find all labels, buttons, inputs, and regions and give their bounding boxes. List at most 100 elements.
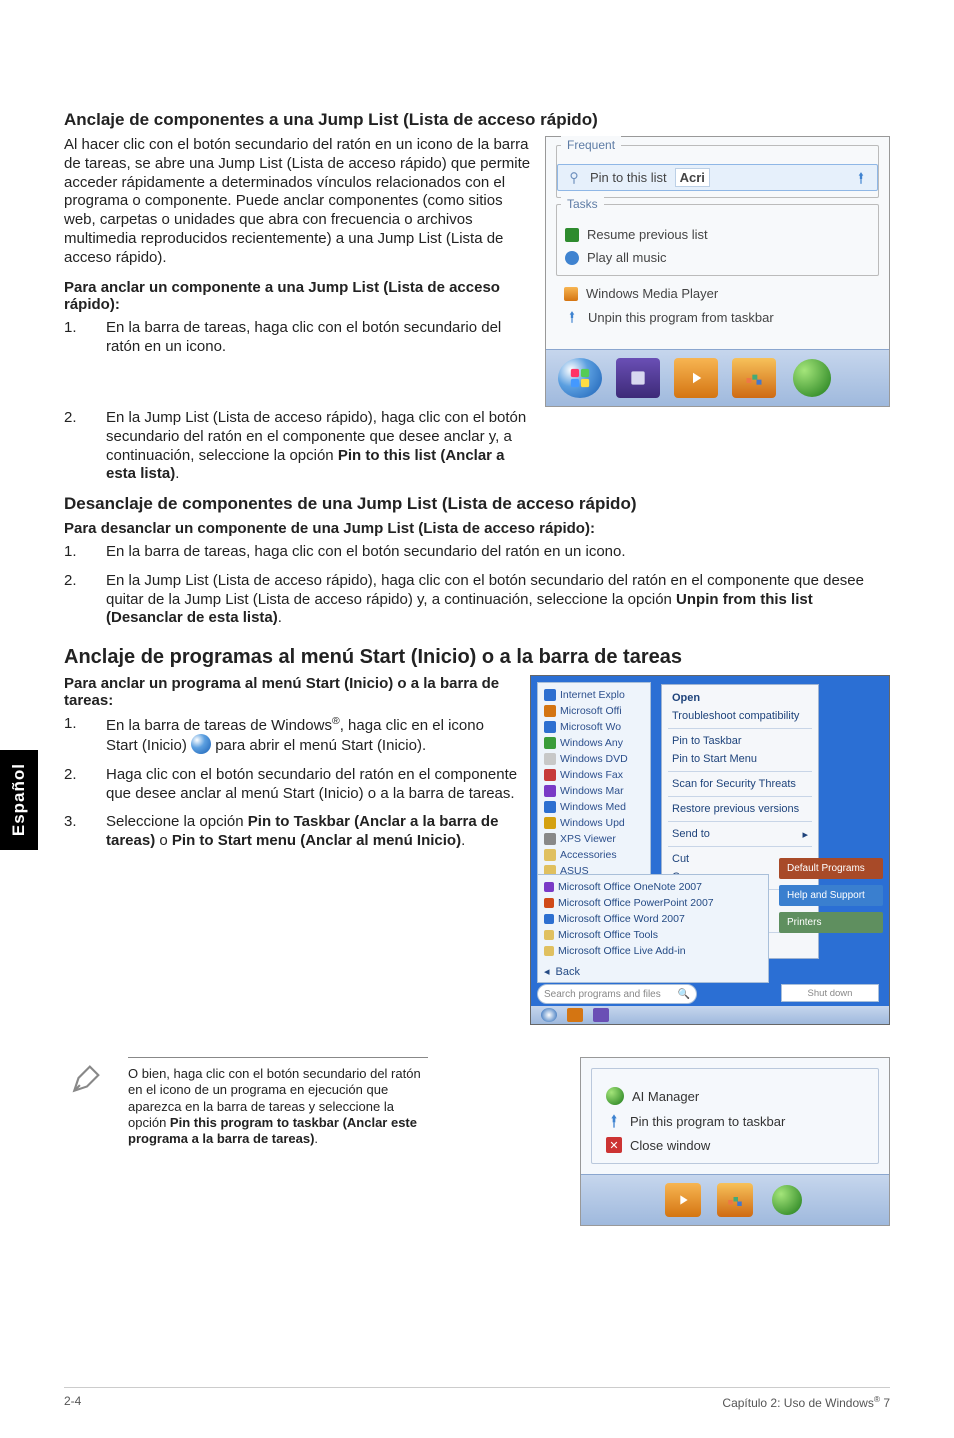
recent-4[interactable]: Microsoft Office Live Add-in [558, 945, 686, 957]
left-item-9[interactable]: XPS Viewer [560, 833, 616, 845]
close-icon: ✕ [606, 1137, 622, 1153]
pn-close-label: Close window [630, 1138, 710, 1153]
jumplist-app-row[interactable]: Windows Media Player [556, 282, 879, 305]
word-icon [544, 914, 554, 924]
taskbar-app-icon-1[interactable] [616, 358, 660, 398]
pn-app-label: AI Manager [632, 1089, 699, 1104]
prog-icon [544, 817, 556, 829]
play-icon [565, 251, 579, 265]
jumplist-task-playall[interactable]: Play all music [557, 246, 878, 269]
jumplist-pinned-row[interactable]: Pin to this list Acri [557, 164, 878, 191]
s2-step2: En la Jump List (Lista de acceso rápido)… [106, 572, 890, 628]
jumplist-unpin-row[interactable]: Unpin this program from taskbar [556, 305, 879, 329]
rp-help[interactable]: Help and Support [779, 885, 883, 906]
prog-icon [544, 737, 556, 749]
recent-list: Microsoft Office OneNote 2007 Microsoft … [537, 874, 769, 983]
left-item-8[interactable]: Windows Upd [560, 817, 625, 829]
tools-icon [544, 930, 554, 940]
jl-unpin-label: Unpin this program from taskbar [588, 310, 774, 325]
left-item-0[interactable]: Internet Explo [560, 689, 625, 701]
ctx-sendto[interactable]: Send to▸ [662, 825, 818, 843]
back-arrow-icon: ◂ [544, 965, 550, 978]
pn-pin-row[interactable]: Pin this program to taskbar [604, 1109, 866, 1133]
ctx-scan[interactable]: Scan for Security Threats [662, 775, 818, 793]
taskbar-wmp-icon[interactable] [674, 358, 718, 398]
recent-1[interactable]: Microsoft Office PowerPoint 2007 [558, 897, 714, 909]
recent-3[interactable]: Microsoft Office Tools [558, 929, 658, 941]
pin-program-screenshot: AI Manager Pin this program to taskbar ✕… [580, 1057, 890, 1226]
prog-icon [544, 833, 556, 845]
s2-step1: En la barra de tareas, haga clic con el … [106, 543, 890, 562]
pn-pin-label: Pin this program to taskbar [630, 1114, 785, 1129]
left-item-6[interactable]: Windows Mar [560, 785, 624, 797]
side-language-tab: Español [0, 750, 38, 850]
folder-icon [544, 849, 556, 861]
s1-step2: En la Jump List (Lista de acceso rápido)… [106, 409, 533, 484]
start-orb-icon[interactable] [558, 358, 602, 398]
pn-taskbar [581, 1174, 889, 1225]
left-item-5[interactable]: Windows Fax [560, 769, 623, 781]
jl-task2-label: Play all music [587, 250, 666, 265]
jumplist-pin-hover-label: Pin to this list [590, 170, 667, 185]
ctx-sendto-label: Send to [672, 828, 710, 840]
left-item-1[interactable]: Microsoft Offi [560, 705, 622, 717]
pn-app-row[interactable]: AI Manager [604, 1083, 866, 1109]
jumplist-tasks-legend: Tasks [561, 195, 604, 213]
section2-title: Desanclaje de componentes de una Jump Li… [64, 494, 890, 514]
ctx-pin-taskbar[interactable]: Pin to Taskbar [662, 732, 818, 750]
section1-title: Anclaje de componentes a una Jump List (… [64, 110, 890, 130]
ai-manager-icon [606, 1087, 624, 1105]
s1-step1: En la barra de tareas, haga clic con el … [106, 319, 533, 357]
jumplist-frequent-legend: Frequent [561, 136, 621, 154]
taskbar-orb-icon[interactable] [790, 358, 834, 398]
s3-step1-a: En la barra de tareas de Windows [106, 717, 332, 734]
prog-icon [544, 753, 556, 765]
search-icon: 🔍 [678, 989, 690, 1000]
jl-app-label: Windows Media Player [586, 286, 718, 301]
taskbar-small-2[interactable] [593, 1008, 609, 1022]
start-orb-small-icon[interactable] [541, 1008, 557, 1022]
recent-2[interactable]: Microsoft Office Word 2007 [558, 913, 685, 925]
taskbar-small-1[interactable] [567, 1008, 583, 1022]
pin-icon [566, 170, 582, 186]
rp-default[interactable]: Default Programs [779, 858, 883, 879]
s3-step1-c: para abrir el menú Start (Inicio). [211, 737, 426, 754]
left-item-4[interactable]: Windows DVD [560, 753, 628, 765]
search-box[interactable]: Search programs and files 🔍 [537, 984, 697, 1004]
note-b: Pin this program to taskbar (Anclar este… [128, 1115, 417, 1146]
ppt-icon [544, 898, 554, 908]
ctx-open[interactable]: Open [662, 689, 818, 707]
pn-close-row[interactable]: ✕ Close window [604, 1133, 866, 1157]
jumplist-task-resume[interactable]: Resume previous list [557, 223, 878, 246]
pn-tb-icon-1[interactable] [665, 1183, 701, 1217]
left-item-10[interactable]: Accessories [560, 849, 617, 861]
s3-step3-a: Seleccione la opción [106, 813, 248, 830]
taskbar [546, 349, 889, 406]
side-tab-label: Español [9, 763, 29, 836]
pushpin-icon[interactable] [853, 170, 869, 186]
note-pencil-icon [64, 1057, 110, 1095]
start-menu-screenshot: Internet Explo Microsoft Offi Microsoft … [530, 675, 890, 1025]
jumplist-pin-field: Acri [675, 168, 710, 187]
rp-printers[interactable]: Printers [779, 912, 883, 933]
prog-icon [544, 689, 556, 701]
page-footer: 2-4 Capítulo 2: Uso de Windows® 7 [64, 1387, 890, 1410]
ctx-troubleshoot[interactable]: Troubleshoot compatibility [662, 707, 818, 725]
recent-0[interactable]: Microsoft Office OneNote 2007 [558, 881, 702, 893]
left-item-2[interactable]: Microsoft Wo [560, 721, 621, 733]
note-c: . [314, 1131, 318, 1146]
pn-tb-icon-2[interactable] [717, 1183, 753, 1217]
shutdown-button[interactable]: Shut down [781, 984, 879, 1002]
left-item-3[interactable]: Windows Any [560, 737, 623, 749]
s2-step1-num: 1. [64, 543, 82, 562]
left-item-7[interactable]: Windows Med [560, 801, 626, 813]
ctx-pin-start[interactable]: Pin to Start Menu [662, 750, 818, 768]
prog-icon [544, 801, 556, 813]
ctx-restore[interactable]: Restore previous versions [662, 800, 818, 818]
taskbar-app-icon-2[interactable] [732, 358, 776, 398]
pn-tb-icon-3[interactable] [769, 1183, 805, 1217]
back-label[interactable]: Back [556, 966, 580, 978]
section3-title: Anclaje de programas al menú Start (Inic… [64, 646, 890, 669]
s1-step1-num: 1. [64, 319, 82, 357]
jump-list-screenshot: Frequent Pin to this list Acri Tasks Res [545, 136, 890, 407]
